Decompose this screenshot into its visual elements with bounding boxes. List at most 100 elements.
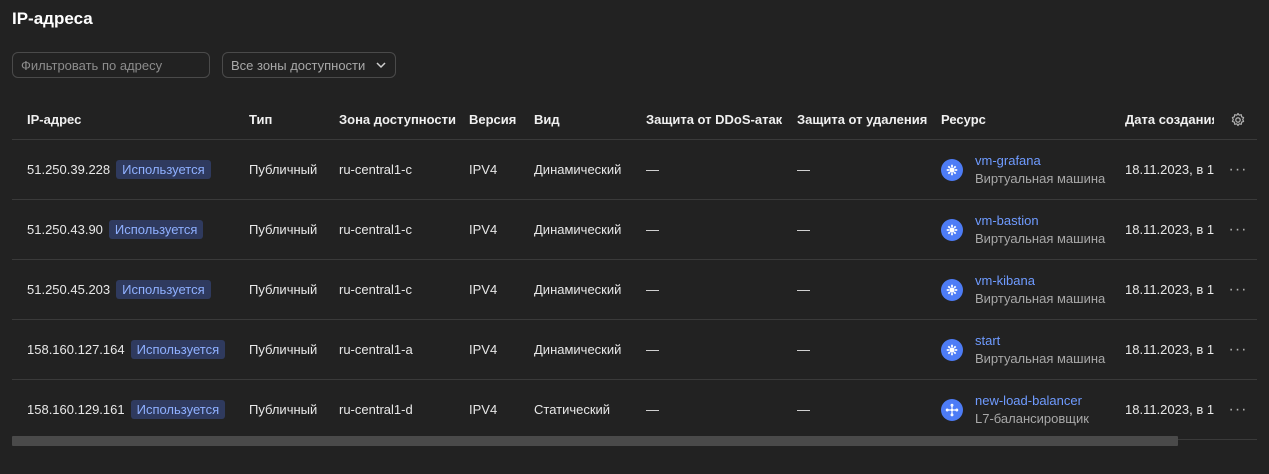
more-dots-icon: ··· bbox=[1228, 340, 1248, 358]
row-actions-button[interactable]: ··· bbox=[1226, 260, 1250, 319]
resource-link[interactable]: vm-bastion bbox=[975, 212, 1105, 230]
status-badge: Используется bbox=[130, 400, 226, 419]
ip-address: 158.160.127.164 bbox=[27, 342, 125, 357]
kind-cell: Динамический bbox=[534, 222, 622, 237]
resource-cell: vm-bastion Виртуальная машина bbox=[941, 200, 1125, 259]
ddos-cell: — bbox=[646, 282, 659, 297]
deletion-protection-cell: — bbox=[797, 342, 810, 357]
virtual-machine-icon bbox=[941, 278, 963, 301]
chevron-down-icon bbox=[376, 62, 386, 69]
status-badge: Используется bbox=[108, 220, 204, 239]
column-header-version[interactable]: Версия bbox=[469, 100, 534, 139]
resource-link[interactable]: vm-grafana bbox=[975, 152, 1105, 170]
column-header-zone[interactable]: Зона доступности bbox=[339, 100, 469, 139]
kind-cell: Динамический bbox=[534, 342, 622, 357]
status-badge: Используется bbox=[116, 280, 211, 299]
resource-link[interactable]: start bbox=[975, 332, 1105, 350]
type-cell: Публичный bbox=[249, 282, 318, 297]
column-header-kind[interactable]: Вид bbox=[534, 100, 646, 139]
deletion-protection-cell: — bbox=[797, 162, 810, 177]
created-cell: 18.11.2023, в 1 bbox=[1125, 282, 1214, 297]
resource-type: Виртуальная машина bbox=[975, 170, 1106, 186]
row-actions-button[interactable]: ··· bbox=[1226, 380, 1250, 439]
resource-cell: start Виртуальная машина bbox=[941, 320, 1125, 379]
ddos-cell: — bbox=[646, 402, 659, 417]
zone-cell: ru-central1-a bbox=[339, 342, 413, 357]
zone-cell: ru-central1-d bbox=[339, 402, 413, 417]
type-cell: Публичный bbox=[249, 162, 318, 177]
ip-cell: 51.250.43.90 Используется bbox=[27, 200, 249, 259]
column-header-ddos[interactable]: Защита от DDoS-атак bbox=[646, 100, 796, 139]
kind-cell: Статический bbox=[534, 402, 611, 417]
table-row: 51.250.45.203 Используется Публичный ru-… bbox=[12, 260, 1257, 320]
ddos-cell: — bbox=[646, 342, 659, 357]
row-actions-button[interactable]: ··· bbox=[1226, 140, 1250, 199]
column-header-deletion-protection[interactable]: Защита от удаления bbox=[797, 100, 941, 139]
created-cell: 18.11.2023, в 1 bbox=[1125, 222, 1214, 237]
column-header-resource[interactable]: Ресурс bbox=[941, 100, 1125, 139]
table-header: IP-адрес Тип Зона доступности Версия Вид… bbox=[12, 100, 1257, 140]
table-row: 158.160.129.161 Используется Публичный r… bbox=[12, 380, 1257, 440]
more-dots-icon: ··· bbox=[1228, 220, 1248, 238]
table-row: 51.250.39.228 Используется Публичный ru-… bbox=[12, 140, 1257, 200]
column-header-type[interactable]: Тип bbox=[249, 100, 339, 139]
resource-cell: vm-grafana Виртуальная машина bbox=[941, 140, 1125, 199]
column-header-created[interactable]: Дата создания bbox=[1125, 100, 1214, 139]
zone-cell: ru-central1-c bbox=[339, 162, 412, 177]
status-badge: Используется bbox=[116, 160, 211, 179]
ip-table: IP-адрес Тип Зона доступности Версия Вид… bbox=[12, 100, 1257, 440]
more-dots-icon: ··· bbox=[1228, 160, 1248, 178]
resource-link[interactable]: new-load-balancer bbox=[975, 392, 1089, 410]
kind-cell: Динамический bbox=[534, 282, 622, 297]
table-row: 158.160.127.164 Используется Публичный r… bbox=[12, 320, 1257, 380]
created-cell: 18.11.2023, в 1 bbox=[1125, 342, 1214, 357]
ip-address: 51.250.39.228 bbox=[27, 162, 111, 177]
ddos-cell: — bbox=[646, 162, 659, 177]
created-cell: 18.11.2023, в 1 bbox=[1125, 162, 1214, 177]
gear-icon bbox=[1231, 112, 1245, 126]
kind-cell: Динамический bbox=[534, 162, 622, 177]
column-header-ip[interactable]: IP-адрес bbox=[27, 100, 249, 139]
deletion-protection-cell: — bbox=[797, 402, 810, 417]
version-cell: IPV4 bbox=[469, 402, 498, 417]
type-cell: Публичный bbox=[249, 342, 318, 357]
zone-cell: ru-central1-c bbox=[339, 222, 412, 237]
status-badge: Используется bbox=[130, 340, 226, 359]
resource-cell: vm-kibana Виртуальная машина bbox=[941, 260, 1125, 319]
type-cell: Публичный bbox=[249, 402, 318, 417]
more-dots-icon: ··· bbox=[1228, 280, 1248, 298]
load-balancer-icon bbox=[941, 398, 963, 421]
zone-select[interactable]: Все зоны доступности bbox=[222, 52, 396, 78]
version-cell: IPV4 bbox=[469, 222, 498, 237]
resource-type: Виртуальная машина bbox=[975, 230, 1106, 246]
page-title: IP-адреса bbox=[12, 9, 93, 28]
ddos-cell: — bbox=[646, 222, 659, 237]
type-cell: Публичный bbox=[249, 222, 318, 237]
more-dots-icon: ··· bbox=[1228, 400, 1248, 418]
ip-address: 51.250.45.203 bbox=[27, 282, 111, 297]
ip-cell: 158.160.129.161 Используется bbox=[27, 380, 249, 439]
resource-type: L7-балансировщик bbox=[975, 410, 1089, 426]
resource-link[interactable]: vm-kibana bbox=[975, 272, 1105, 290]
version-cell: IPV4 bbox=[469, 282, 498, 297]
ip-cell: 51.250.45.203 Используется bbox=[27, 260, 249, 319]
virtual-machine-icon bbox=[941, 338, 963, 361]
virtual-machine-icon bbox=[941, 218, 963, 241]
ip-cell: 158.160.127.164 Используется bbox=[27, 320, 249, 379]
zone-select-value: Все зоны доступности bbox=[231, 57, 366, 73]
address-filter-input[interactable] bbox=[12, 52, 210, 78]
resource-type: Виртуальная машина bbox=[975, 290, 1106, 306]
row-actions-button[interactable]: ··· bbox=[1226, 200, 1250, 259]
ip-cell: 51.250.39.228 Используется bbox=[27, 140, 249, 199]
ip-address: 51.250.43.90 bbox=[27, 222, 103, 237]
deletion-protection-cell: — bbox=[797, 282, 810, 297]
horizontal-scrollbar[interactable] bbox=[12, 436, 1178, 446]
deletion-protection-cell: — bbox=[797, 222, 810, 237]
column-settings-button[interactable] bbox=[1226, 100, 1250, 139]
version-cell: IPV4 bbox=[469, 162, 498, 177]
zone-cell: ru-central1-c bbox=[339, 282, 412, 297]
row-actions-button[interactable]: ··· bbox=[1226, 320, 1250, 379]
resource-cell: new-load-balancer L7-балансировщик bbox=[941, 380, 1125, 439]
ip-address: 158.160.129.161 bbox=[27, 402, 125, 417]
table-row: 51.250.43.90 Используется Публичный ru-c… bbox=[12, 200, 1257, 260]
